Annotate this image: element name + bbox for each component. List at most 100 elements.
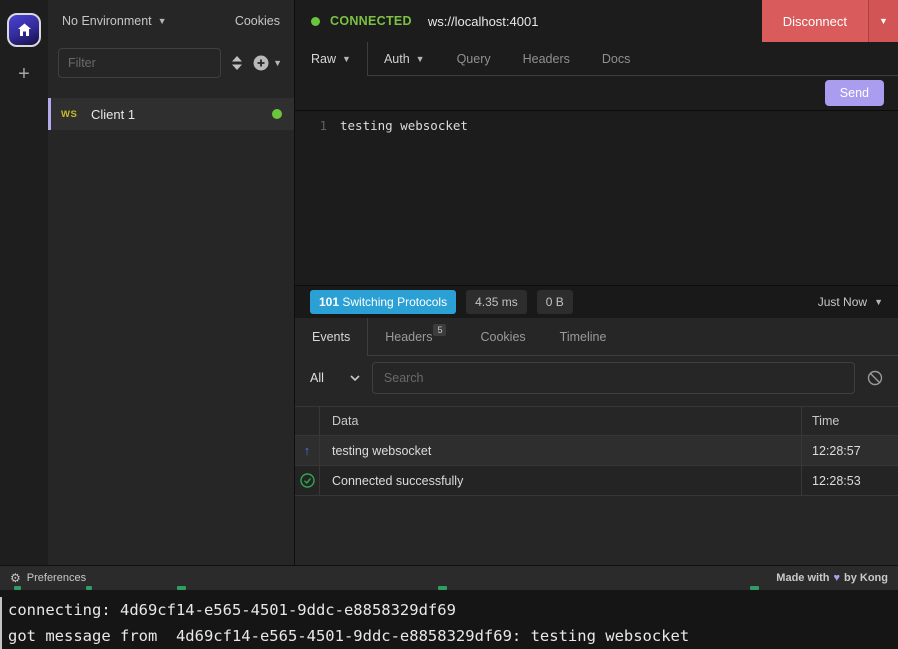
status-text: Switching Protocols: [342, 295, 447, 309]
app-footer: ⚙ Preferences Made with ♥ by Kong: [0, 565, 898, 590]
gear-icon: ⚙: [10, 571, 21, 585]
connection-status-label: CONNECTED: [330, 14, 412, 28]
message-editor[interactable]: 1 testing websocket: [295, 110, 898, 285]
tab-raw-label: Raw: [311, 52, 336, 66]
event-data: Connected successfully: [320, 466, 802, 495]
clear-events-button[interactable]: [867, 370, 883, 386]
app-window: + No Environment ▼ Cookies ▼ WS Client 1: [0, 0, 898, 565]
terminal-line: connecting: 4d69cf14-e565-4501-9ddc-e885…: [8, 597, 898, 623]
headers-count-badge: 5: [433, 324, 446, 336]
connected-status-dot: [272, 109, 282, 119]
sidebar-filter-row: ▼: [48, 42, 294, 88]
tab-timeline[interactable]: Timeline: [543, 318, 624, 355]
editor-code: testing websocket: [340, 118, 468, 285]
tab-response-cookies[interactable]: Cookies: [463, 318, 542, 355]
ws-method-tag: WS: [61, 109, 91, 120]
sidebar: No Environment ▼ Cookies ▼ WS Client 1: [48, 0, 295, 565]
event-time: 12:28:57: [802, 436, 898, 465]
tab-response-headers[interactable]: Headers 5: [368, 318, 463, 355]
preferences-label: Preferences: [27, 572, 86, 584]
send-row: Send: [295, 76, 898, 110]
sort-icon[interactable]: [231, 56, 243, 70]
request-tab-bar: Raw ▼ Auth ▼ Query Headers Docs: [295, 42, 898, 76]
tab-headers[interactable]: Headers: [507, 42, 586, 75]
terminal-line: got message from 4d69cf14-e565-4501-9ddc…: [8, 623, 898, 649]
ban-icon: [867, 370, 883, 386]
heart-icon: ♥: [833, 572, 840, 584]
chevron-down-icon: ▼: [342, 54, 351, 64]
chevron-down-icon: ▼: [273, 58, 282, 68]
disconnect-menu-button[interactable]: ▼: [868, 0, 898, 42]
event-type-select[interactable]: All: [310, 371, 360, 385]
connection-status-dot: [311, 17, 320, 26]
sidebar-item-client-1[interactable]: WS Client 1: [48, 98, 294, 130]
response-tab-rest: Headers 5 Cookies Timeline: [368, 318, 898, 356]
events-filter-row: All: [295, 356, 898, 400]
disconnect-split-button: Disconnect ▼: [762, 0, 898, 42]
outgoing-arrow-icon: ↑: [304, 443, 311, 458]
event-time: 12:28:53: [802, 466, 898, 495]
url-bar: CONNECTED ws://localhost:4001 Disconnect…: [295, 0, 898, 42]
preferences-button[interactable]: ⚙ Preferences: [10, 571, 86, 585]
events-table-header: Data Time: [295, 406, 898, 436]
event-data: testing websocket: [320, 436, 802, 465]
editor-line-number: 1: [295, 118, 340, 285]
environment-label: No Environment: [62, 14, 152, 28]
response-time-badge: 4.35 ms: [466, 290, 527, 314]
websocket-url[interactable]: ws://localhost:4001: [428, 14, 539, 29]
cookies-button[interactable]: Cookies: [235, 14, 280, 28]
tab-response-headers-label: Headers: [385, 330, 432, 344]
terminal-window[interactable]: connecting: 4d69cf14-e565-4501-9ddc-e885…: [0, 590, 898, 649]
client-name: Client 1: [91, 107, 135, 122]
home-button[interactable]: [7, 13, 41, 47]
home-icon: [17, 23, 32, 37]
sidebar-header: No Environment ▼ Cookies: [48, 0, 294, 42]
clipped-terminal-text-fragment: [750, 586, 759, 590]
activity-rail: +: [0, 0, 48, 565]
tab-auth-label: Auth: [384, 52, 410, 66]
status-code-badge[interactable]: 101 Switching Protocols: [310, 290, 456, 314]
send-button[interactable]: Send: [825, 80, 884, 106]
status-code: 101: [319, 295, 339, 309]
plus-circle-icon: [253, 55, 269, 71]
response-status-bar: 101 Switching Protocols 4.35 ms 0 B Just…: [295, 285, 898, 318]
table-row[interactable]: ↑ testing websocket 12:28:57: [295, 436, 898, 466]
tab-raw[interactable]: Raw ▼: [295, 42, 368, 76]
request-tab-rest: Auth ▼ Query Headers Docs: [368, 42, 898, 76]
terminal-scrollbar[interactable]: [0, 597, 2, 649]
made-with-kong: Made with ♥ by Kong: [776, 572, 888, 584]
events-search-input[interactable]: [372, 362, 855, 394]
events-table: Data Time ↑ testing websocket 12:28:57 C…: [295, 406, 898, 496]
tab-docs[interactable]: Docs: [586, 42, 646, 75]
made-with-text: Made with: [776, 572, 829, 584]
disconnect-button[interactable]: Disconnect: [762, 0, 868, 42]
event-type-value: All: [310, 371, 324, 385]
response-history-dropdown[interactable]: Just Now ▼: [818, 295, 883, 309]
chevron-down-icon: ▼: [158, 16, 167, 26]
chevron-down-icon: ▼: [874, 297, 883, 307]
response-size-badge: 0 B: [537, 290, 573, 314]
by-kong-text: by Kong: [844, 572, 888, 584]
recency-label: Just Now: [818, 295, 867, 309]
tab-auth[interactable]: Auth ▼: [368, 42, 441, 75]
events-pane: Events Headers 5 Cookies Timeline All: [295, 318, 898, 565]
clipped-terminal-text-fragment: [14, 586, 21, 590]
clipped-terminal-text-fragment: [177, 586, 186, 590]
response-tab-bar: Events Headers 5 Cookies Timeline: [295, 318, 898, 356]
chevron-down-icon: ▼: [416, 54, 425, 64]
chevron-down-icon: ▼: [879, 16, 888, 26]
add-request-button[interactable]: ▼: [253, 55, 282, 71]
table-row[interactable]: Connected successfully 12:28:53: [295, 466, 898, 496]
tab-events[interactable]: Events: [295, 318, 368, 356]
tab-query[interactable]: Query: [441, 42, 507, 75]
direction-column-header: [295, 407, 320, 435]
new-project-button[interactable]: +: [0, 63, 48, 86]
clipped-terminal-text-fragment: [86, 586, 92, 590]
time-column-header: Time: [802, 407, 898, 435]
check-circle-icon: [300, 473, 315, 488]
chevron-down-icon: [350, 375, 360, 381]
environment-dropdown[interactable]: No Environment ▼: [62, 14, 167, 28]
filter-input[interactable]: [58, 48, 221, 78]
main-pane: CONNECTED ws://localhost:4001 Disconnect…: [295, 0, 898, 565]
data-column-header: Data: [320, 407, 802, 435]
